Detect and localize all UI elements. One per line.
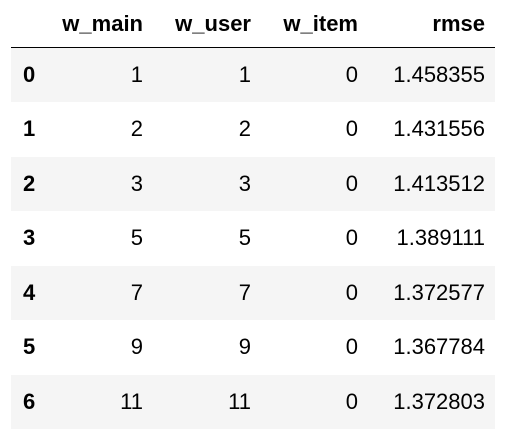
row-index: 0 — [23, 62, 36, 87]
cell-w-main: 1 — [130, 62, 143, 87]
dataframe-table: w_main w_user w_item rmse 0 1 1 0 1.4583… — [11, 0, 495, 429]
cell-w-main: 3 — [130, 170, 143, 196]
cell-rmse: 1.458355 — [393, 62, 485, 87]
column-header-rmse: rmse — [368, 0, 495, 48]
cell-w-main: 9 — [130, 334, 143, 360]
table-row: 6 11 11 0 1.372803 — [11, 374, 495, 429]
table-body: 0 1 1 0 1.458355 1 2 2 0 1.431556 2 3 3 … — [11, 47, 495, 429]
cell-w-user: 9 — [238, 334, 251, 360]
dataframe-output: w_main w_user w_item rmse 0 1 1 0 1.4583… — [0, 0, 506, 448]
row-index: 3 — [23, 225, 36, 251]
cell-w-user: 7 — [238, 279, 251, 305]
table-row: 3 5 5 0 1.389111 — [11, 211, 495, 266]
cell-w-user: 11 — [228, 388, 251, 414]
cell-w-item: 0 — [345, 388, 358, 414]
table-header: w_main w_user w_item rmse — [11, 0, 495, 48]
row-index: 6 — [23, 388, 36, 414]
cell-w-main: 7 — [130, 279, 143, 305]
cell-w-user: 2 — [238, 116, 251, 142]
column-header-w-item: w_item — [261, 0, 368, 48]
cell-w-item: 0 — [345, 334, 358, 360]
cell-w-main: 5 — [130, 225, 143, 251]
table-row: 1 2 2 0 1.431556 — [11, 102, 495, 157]
cell-w-main: 2 — [130, 116, 143, 142]
cell-w-user: 3 — [238, 170, 251, 196]
cell-rmse: 1.413512 — [393, 170, 485, 196]
cell-w-main: 11 — [120, 388, 143, 414]
row-index: 1 — [23, 116, 36, 142]
table-row: 2 3 3 0 1.413512 — [11, 156, 495, 211]
cell-w-item: 0 — [345, 225, 358, 251]
index-header — [11, 0, 49, 48]
header-row: w_main w_user w_item rmse — [11, 0, 495, 48]
row-index: 4 — [23, 279, 36, 305]
cell-rmse: 1.367784 — [393, 334, 485, 360]
column-header-w-user: w_user — [153, 0, 261, 48]
cell-w-item: 0 — [345, 116, 358, 142]
table-row: 0 1 1 0 1.458355 — [11, 47, 495, 102]
cell-w-item: 0 — [345, 62, 358, 87]
cell-rmse: 1.431556 — [393, 116, 485, 142]
cell-w-user: 1 — [238, 62, 251, 87]
table-row: 4 7 7 0 1.372577 — [11, 265, 495, 320]
column-header-w-main: w_main — [49, 0, 153, 48]
cell-rmse: 1.372803 — [393, 388, 485, 414]
cell-w-item: 0 — [345, 170, 358, 196]
row-index: 5 — [23, 334, 36, 360]
table-row: 5 9 9 0 1.367784 — [11, 320, 495, 375]
cell-w-item: 0 — [345, 279, 358, 305]
cell-rmse: 1.389111 — [396, 225, 486, 251]
cell-w-user: 5 — [238, 225, 251, 251]
row-index: 2 — [23, 170, 36, 196]
cell-rmse: 1.372577 — [393, 279, 485, 305]
